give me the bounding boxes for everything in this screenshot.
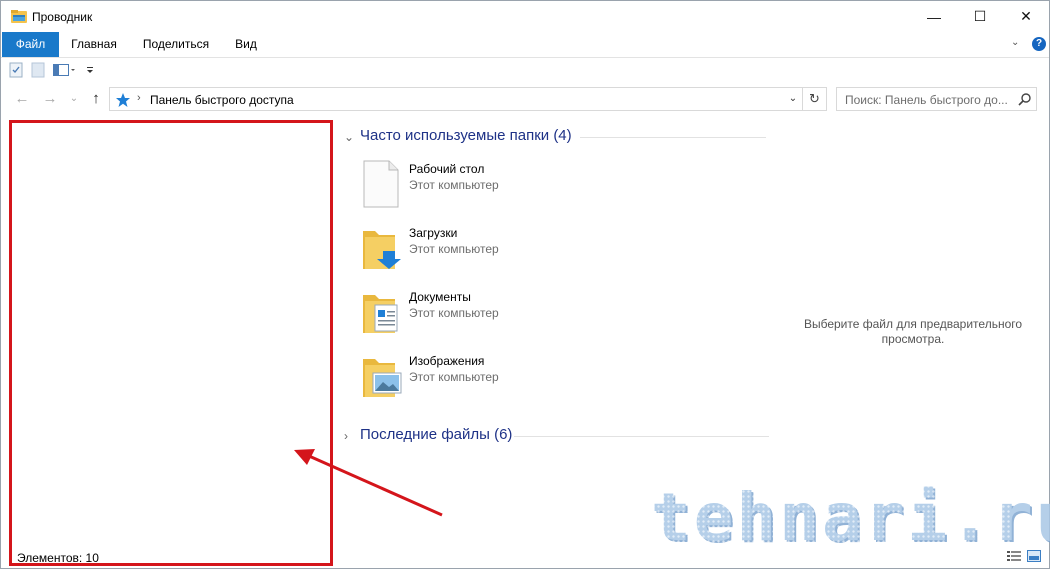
back-arrow-icon[interactable]: ← [13,90,31,108]
list-item[interactable]: Документы Этот компьютер [361,287,661,337]
maximize-button[interactable]: ☐ [957,1,1003,32]
customize-toolbar-icon[interactable] [85,62,95,78]
tab-home[interactable]: Главная [63,32,125,57]
quick-access-star-icon [116,93,130,107]
address-dropdown-icon[interactable]: ⌄ [786,93,800,107]
explorer-window: Проводник — ☐ ✕ Файл Главная Поделиться … [0,0,1050,569]
tab-file[interactable]: Файл [2,32,59,57]
watermark: tehnari.ru [651,479,1050,556]
refresh-button[interactable]: ↻ [803,87,827,111]
group-frequent-folders[interactable]: ⌄ Часто используемые папки (4) [344,127,766,147]
group-divider [514,436,769,437]
minimize-icon: — [927,8,941,25]
refresh-icon: ↻ [809,91,820,106]
forward-arrow-icon[interactable]: → [41,90,59,108]
file-explorer-app-icon [11,10,27,23]
search-icon[interactable] [1018,92,1032,106]
group-title-recent[interactable]: Последние файлы (6) [360,426,512,443]
list-item[interactable]: Загрузки Этот компьютер [361,223,661,273]
breadcrumb-separator-icon[interactable]: › [137,92,141,104]
pictures-folder-icon [363,359,402,397]
minimize-button[interactable]: — [911,1,957,32]
item-location: Этот компьютер [409,242,499,256]
maximize-icon: ☐ [973,8,987,24]
downloads-folder-icon [363,231,401,269]
large-icons-view-icon[interactable] [1027,550,1041,562]
quick-access-toolbar [1,57,1049,81]
layout-dropdown-icon[interactable] [53,62,77,78]
window-title: Проводник [32,10,93,24]
item-name: Рабочий стол [409,162,485,176]
navigation-bar: ← → ⌄ ↑ › Панель быстрого доступа ⌄ ↻ По… [1,85,1049,113]
title-bar[interactable]: Проводник — ☐ ✕ [1,1,1049,32]
preview-message-line: Выберите файл для предварительного [803,317,1023,331]
details-view-icon[interactable] [1007,550,1021,562]
desktop-file-icon [363,160,399,208]
item-name: Загрузки [409,226,458,240]
group-collapse-chevron-icon[interactable]: ⌄ [344,130,354,144]
group-divider [580,137,766,138]
navigation-pane[interactable] [9,120,333,566]
close-button[interactable]: ✕ [1003,1,1049,32]
address-text[interactable]: Панель быстрого доступа [150,93,294,107]
group-title-frequent[interactable]: Часто используемые папки (4) [360,127,572,144]
item-location: Этот компьютер [409,178,499,192]
status-item-count: Элементов: 10 [17,551,99,565]
preview-pane-message: Выберите файл для предварительного просм… [801,317,1025,347]
tab-share[interactable]: Поделиться [133,32,219,57]
group-expand-chevron-icon[interactable]: › [344,429,348,443]
properties-icon[interactable] [9,62,23,78]
up-arrow-icon[interactable]: ↑ [87,90,105,108]
item-name: Изображения [409,354,485,368]
address-bar[interactable]: › Панель быстрого доступа ⌄ [109,87,803,111]
expand-ribbon-icon[interactable]: ⌄ [1011,37,1023,49]
documents-folder-icon [363,295,398,333]
recent-locations-icon[interactable]: ⌄ [65,90,83,108]
ribbon-tabs: Файл Главная Поделиться Вид ⌄ ? [1,32,1049,57]
item-location: Этот компьютер [409,306,499,320]
help-icon[interactable]: ? [1032,37,1046,51]
item-location: Этот компьютер [409,370,499,384]
tab-view[interactable]: Вид [225,32,267,57]
item-name: Документы [409,290,471,304]
search-box[interactable]: Поиск: Панель быстрого до... [836,87,1037,111]
preview-message-line: просмотра. [881,332,945,346]
new-folder-icon[interactable] [31,62,45,78]
list-item[interactable]: Рабочий стол Этот компьютер [361,159,661,209]
group-recent-files[interactable]: › Последние файлы (6) [344,426,769,446]
search-input[interactable]: Поиск: Панель быстрого до... [845,93,1015,107]
list-item[interactable]: Изображения Этот компьютер [361,351,661,401]
close-icon: ✕ [1020,8,1032,24]
